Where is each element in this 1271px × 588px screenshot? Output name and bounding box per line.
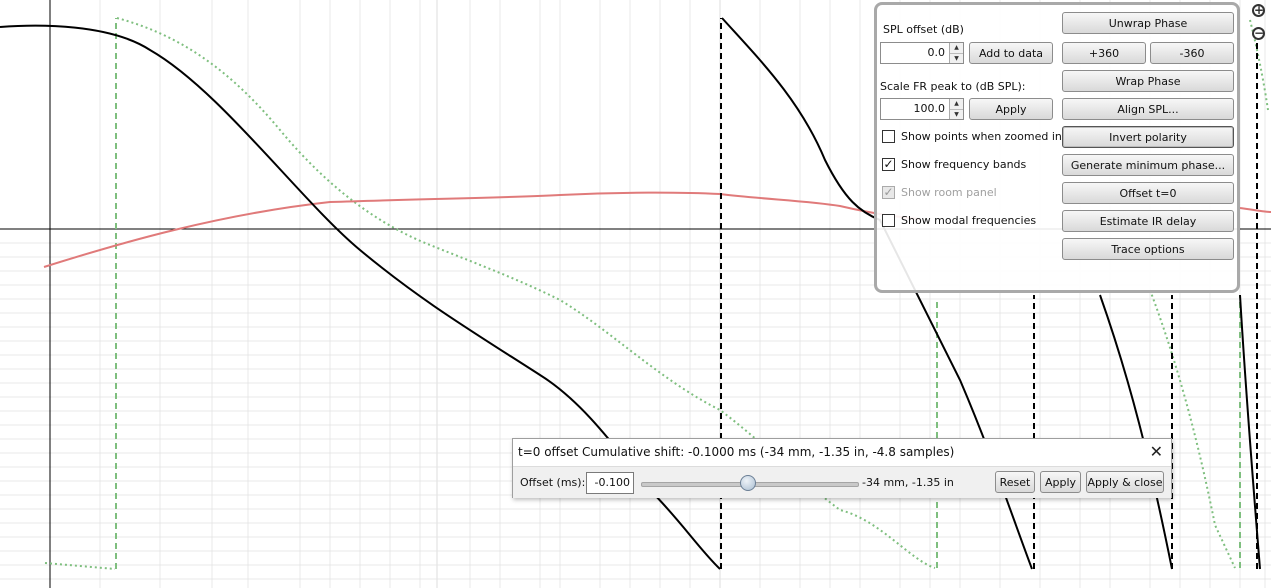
apply-button[interactable]: Apply — [1040, 471, 1081, 493]
scale-fr-label: Scale FR peak to (dB SPL): — [880, 80, 1026, 93]
scale-fr-arrows[interactable]: ▲ ▼ — [949, 99, 963, 119]
offset-slider-thumb[interactable] — [740, 475, 756, 491]
spl-offset-label: SPL offset (dB) — [883, 23, 964, 36]
align-spl-button[interactable]: Align SPL... — [1062, 98, 1234, 120]
show-room-panel-label: Show room panel — [901, 186, 997, 199]
close-icon[interactable]: ✕ — [1150, 442, 1163, 461]
generate-minimum-phase-button[interactable]: Generate minimum phase... — [1062, 154, 1234, 176]
offset-ms-label: Offset (ms): — [520, 476, 586, 489]
estimate-ir-delay-button[interactable]: Estimate IR delay — [1062, 210, 1234, 232]
scale-fr-value[interactable]: 100.0 — [914, 99, 948, 119]
show-modal-frequencies-label[interactable]: Show modal frequencies — [901, 214, 1036, 227]
show-modal-frequencies-checkbox[interactable] — [882, 214, 895, 227]
phase-solid-segment-3 — [1099, 294, 1173, 570]
t0-offset-dialog: t=0 offset Cumulative shift: -0.1000 ms … — [512, 438, 1172, 498]
show-frequency-bands-checkbox[interactable]: ✓ — [882, 158, 895, 171]
spin-down-icon[interactable]: ▼ — [950, 109, 963, 119]
apply-and-close-button[interactable]: Apply & close — [1086, 471, 1164, 493]
add-to-data-button[interactable]: Add to data — [969, 42, 1053, 64]
show-points-label[interactable]: Show points when zoomed in — [901, 130, 1062, 143]
spl-offset-value[interactable]: 0.0 — [928, 43, 948, 63]
spin-up-icon[interactable]: ▲ — [950, 99, 963, 109]
dialog-body: Offset (ms): -0.100 -34 mm, -1.35 in Res… — [513, 466, 1171, 498]
wrap-phase-button[interactable]: Wrap Phase — [1062, 70, 1234, 92]
trace-options-button[interactable]: Trace options — [1062, 238, 1234, 260]
spl-offset-spinner[interactable]: 0.0 ▲ ▼ — [880, 42, 964, 64]
slider-readout: -34 mm, -1.35 in — [862, 476, 954, 489]
plus-360-button[interactable]: +360 — [1062, 42, 1146, 64]
show-room-panel-checkbox: ✓ — [882, 185, 895, 199]
invert-polarity-button[interactable]: Invert polarity — [1062, 126, 1234, 148]
show-frequency-bands-label[interactable]: Show frequency bands — [901, 158, 1026, 171]
spin-down-icon[interactable]: ▼ — [950, 53, 963, 63]
dialog-title: t=0 offset Cumulative shift: -0.1000 ms … — [518, 445, 955, 459]
offset-ms-input[interactable]: -0.100 — [586, 472, 634, 494]
reset-button[interactable]: Reset — [995, 471, 1035, 493]
spin-up-icon[interactable]: ▲ — [950, 43, 963, 53]
graph-controls-panel: SPL offset (dB) 0.0 ▲ ▼ Add to data Scale… — [874, 2, 1240, 293]
scale-fr-apply-button[interactable]: Apply — [969, 98, 1053, 120]
minus-360-button[interactable]: -360 — [1150, 42, 1234, 64]
unwrap-phase-button[interactable]: Unwrap Phase — [1062, 12, 1234, 34]
offset-t0-button[interactable]: Offset t=0 — [1062, 182, 1234, 204]
spl-offset-arrows[interactable]: ▲ ▼ — [949, 43, 963, 63]
zoom-out-icon[interactable]: − — [1252, 27, 1265, 40]
show-points-checkbox[interactable] — [882, 130, 895, 143]
zoom-in-icon[interactable]: + — [1252, 4, 1265, 17]
scale-fr-spinner[interactable]: 100.0 ▲ ▼ — [880, 98, 964, 120]
